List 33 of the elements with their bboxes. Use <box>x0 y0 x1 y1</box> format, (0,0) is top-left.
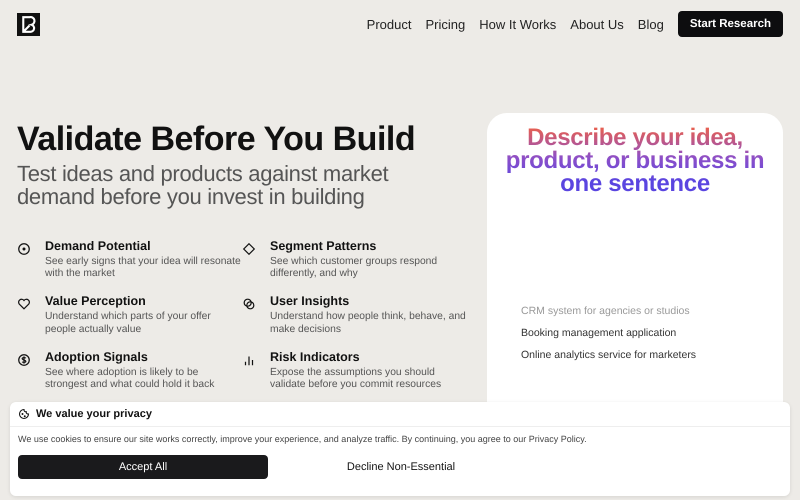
feature-description: See which customer groups respond differently, and why <box>270 256 438 280</box>
example-suggestion[interactable]: Booking management application <box>521 327 769 340</box>
feature-description: Understand which parts of your offer people actually value <box>45 311 212 336</box>
cookie-icon <box>18 408 30 420</box>
feature-title: Segment Patterns <box>270 238 378 253</box>
example-suggestion[interactable]: Online analytics service for marketers <box>521 349 769 362</box>
nav-link[interactable]: Blog <box>638 16 664 32</box>
nav-link[interactable]: Pricing <box>425 16 466 32</box>
feature-description: See early signs that your idea will resonate with the market <box>45 256 242 280</box>
nav-link[interactable]: How It Works <box>479 16 556 32</box>
feature-description: See where adoption is likely to be strongest and what could hold it back <box>45 366 216 392</box>
feature-title: Adoption Signals <box>45 350 149 364</box>
circles-icon <box>242 297 256 312</box>
dollar-icon <box>17 352 31 367</box>
feature-description: Expose the assumptions you should validate before you commit resources <box>270 366 442 392</box>
heart-icon <box>17 297 31 312</box>
feature-title: User Insights <box>270 294 350 308</box>
nav-link[interactable]: About Us <box>570 16 624 32</box>
feature-title: Risk Indicators <box>270 350 361 364</box>
start-research-button[interactable]: Start Research <box>678 11 783 37</box>
feature-title: Demand Potential <box>45 238 152 253</box>
target-icon <box>17 242 31 256</box>
hero-subtitle: Test ideas and products against market demand before you invest in building <box>17 162 390 209</box>
feature-title: Value Perception <box>45 294 147 308</box>
decline-button[interactable]: Decline Non-Essential <box>276 455 526 479</box>
diamond-icon <box>242 242 256 256</box>
nav-link[interactable]: Product <box>366 16 412 32</box>
logo-icon[interactable] <box>17 12 40 36</box>
cookie-title: We value your privacy <box>36 408 152 420</box>
accept-all-button[interactable]: Accept All <box>18 455 268 479</box>
hero-title: Validate Before You Build <box>17 121 416 158</box>
cookie-text: We use cookies to ensure our site works correctly, improve your experience, and analyze traffic. By continuing, you agree to our Privacy Policy. <box>18 434 588 444</box>
feature-description: Understand how people think, behave, and make decisions <box>270 311 467 336</box>
